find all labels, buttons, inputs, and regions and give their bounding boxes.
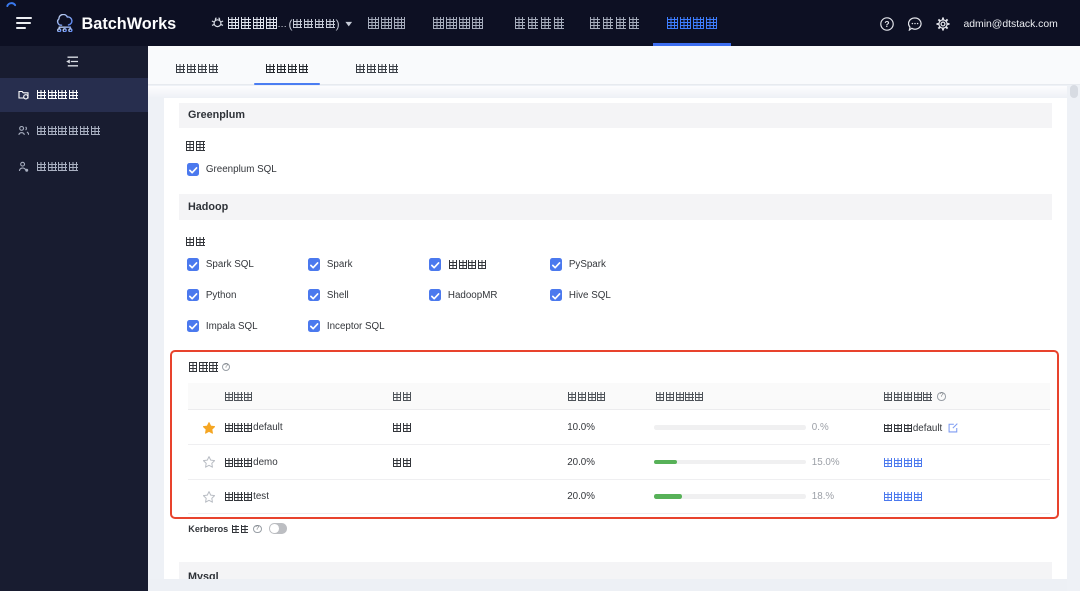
svg-text:?: ? bbox=[884, 19, 889, 29]
